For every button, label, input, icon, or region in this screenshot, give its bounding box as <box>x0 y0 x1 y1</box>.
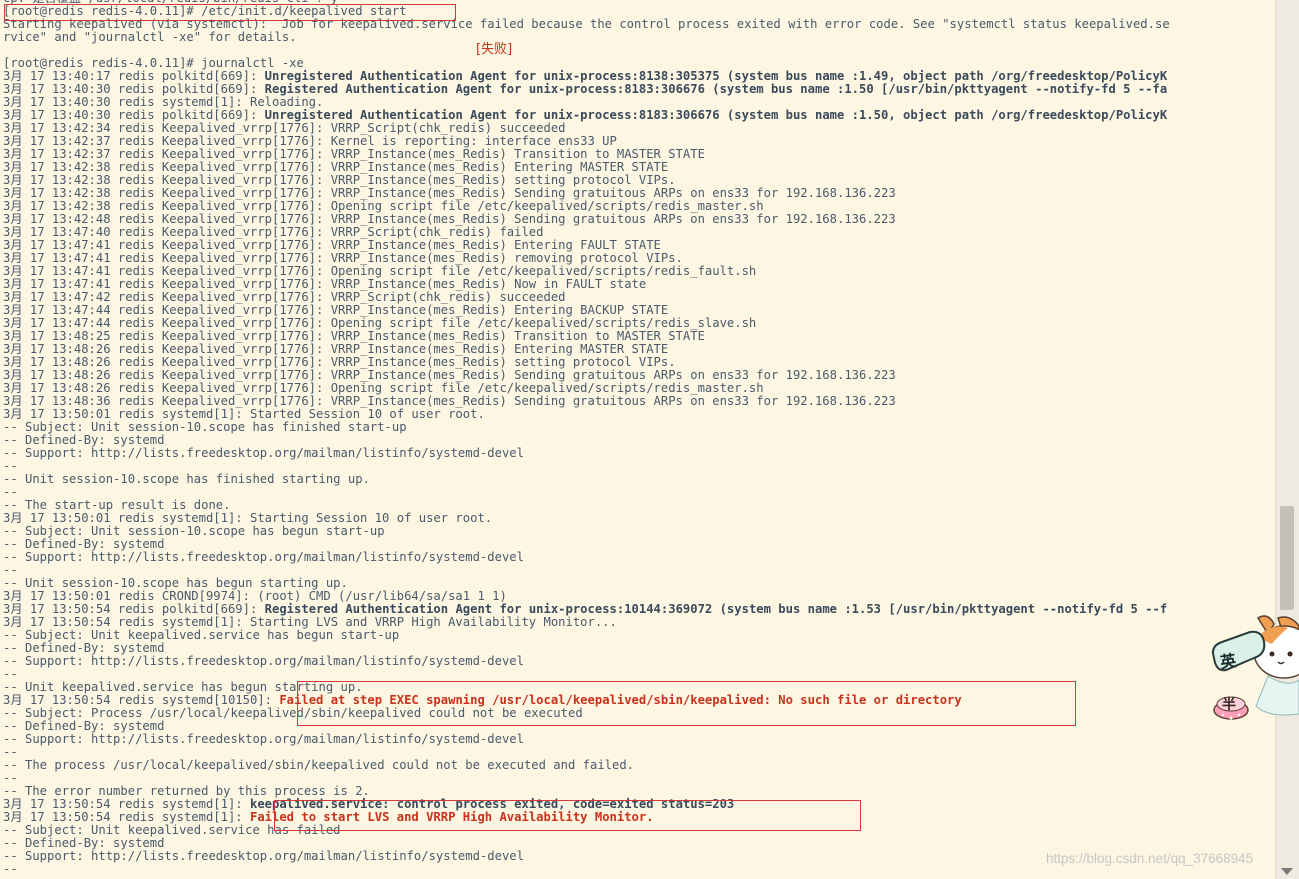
line-text: 3月 17 13:48:25 redis Keepalived_vrrp[177… <box>3 329 705 343</box>
ime-language-label[interactable]: 英 <box>1218 647 1238 673</box>
terminal-line: -- Support: http://lists.freedesktop.org… <box>3 447 524 460</box>
watermark: https://blog.csdn.net/qq_37668945 <box>1046 851 1254 866</box>
line-text: -- Unit session-10.scope has begun start… <box>3 576 348 590</box>
line-text: keepalived.service: control process exit… <box>250 797 735 811</box>
line-text: -- <box>3 563 18 577</box>
line-text: 3月 17 13:40:17 redis polkitd[669]: <box>3 69 265 83</box>
error-text: Failed to start LVS and VRRP High Availa… <box>250 810 654 824</box>
terminal-window[interactable]: cp: 是否覆盖 /usr/local/redis/bin/redis-cli … <box>0 0 1276 879</box>
line-text: -- Support: http://lists.freedesktop.org… <box>3 654 524 668</box>
line-text: -- Subject: Unit keepalived.service has … <box>3 823 341 837</box>
line-text: 3月 17 13:47:42 redis Keepalived_vrrp[177… <box>3 290 566 304</box>
line-text: [root@redis redis-4.0.11]# journalctl -x… <box>3 56 304 70</box>
terminal-line: -- <box>3 863 18 876</box>
terminal-line: rvice" and "journalctl -xe" for details. <box>3 31 297 44</box>
line-text: -- Subject: Unit keepalived.service has … <box>3 628 400 642</box>
line-text: -- Support: http://lists.freedesktop.org… <box>3 849 524 863</box>
line-text: -- Support: http://lists.freedesktop.org… <box>3 446 524 460</box>
terminal-line: -- Support: http://lists.freedesktop.org… <box>3 551 524 564</box>
line-text: -- Unit keepalived.service has begun sta… <box>3 680 363 694</box>
line-text: -- Defined-By: systemd <box>3 433 165 447</box>
line-text: -- Defined-By: systemd <box>3 537 165 551</box>
terminal-line: -- Support: http://lists.freedesktop.org… <box>3 850 524 863</box>
line-text: -- Defined-By: systemd <box>3 719 165 733</box>
line-text: 3月 17 13:50:01 redis systemd[1]: Started… <box>3 407 485 421</box>
line-text: 3月 17 13:40:30 redis polkitd[669]: <box>3 82 265 96</box>
line-text: 3月 17 13:48:26 redis Keepalived_vrrp[177… <box>3 368 896 382</box>
line-text: 3月 17 13:42:38 redis Keepalived_vrrp[177… <box>3 173 676 187</box>
line-text: -- <box>3 862 18 876</box>
line-text: 3月 17 13:50:54 redis systemd[1]: Startin… <box>3 615 617 629</box>
line-text: 3月 17 13:47:41 redis Keepalived_vrrp[177… <box>3 264 757 278</box>
line-text: 3月 17 13:50:01 redis systemd[1]: Startin… <box>3 511 493 525</box>
line-text: -- Subject: Unit session-10.scope has fi… <box>3 420 407 434</box>
line-text: -- Subject: Process /usr/local/keepalive… <box>3 706 583 720</box>
ime-mascot-widget[interactable]: 英 半 <box>1208 614 1299 726</box>
line-text: [root@redis redis-4.0.11]# /etc/init.d/k… <box>3 4 407 18</box>
line-text: 3月 17 13:50:54 redis systemd[1]: <box>3 810 250 824</box>
line-text: 3月 17 13:47:44 redis Keepalived_vrrp[177… <box>3 316 757 330</box>
terminal-line: -- The process /usr/local/keepalived/sbi… <box>3 759 634 772</box>
line-text: 3月 17 13:47:40 redis Keepalived_vrrp[177… <box>3 225 544 239</box>
line-text: 3月 17 13:42:48 redis Keepalived_vrrp[177… <box>3 212 896 226</box>
line-text: 3月 17 13:48:36 redis Keepalived_vrrp[177… <box>3 394 896 408</box>
line-text: 3月 17 13:47:44 redis Keepalived_vrrp[177… <box>3 303 669 317</box>
line-text: 3月 17 13:47:41 redis Keepalived_vrrp[177… <box>3 277 647 291</box>
failed-annotation: [失败] <box>476 42 513 57</box>
line-text: Registered Authentication Agent for unix… <box>264 602 1168 616</box>
terminal-line: -- Support: http://lists.freedesktop.org… <box>3 733 524 746</box>
line-text: 3月 17 13:48:26 redis Keepalived_vrrp[177… <box>3 381 764 395</box>
line-text: rvice" and "journalctl -xe" for details. <box>3 30 297 44</box>
line-text: -- The start-up result is done. <box>3 498 231 512</box>
line-text: 3月 17 13:48:26 redis Keepalived_vrrp[177… <box>3 342 669 356</box>
line-text: 3月 17 13:42:38 redis Keepalived_vrrp[177… <box>3 186 896 200</box>
terminal-line: -- Support: http://lists.freedesktop.org… <box>3 655 524 668</box>
line-text: -- The process /usr/local/keepalived/sbi… <box>3 758 635 772</box>
line-text: 3月 17 13:42:38 redis Keepalived_vrrp[177… <box>3 199 764 213</box>
line-text: Unregistered Authentication Agent for un… <box>264 108 1168 122</box>
line-text: -- <box>3 667 18 681</box>
line-text: 3月 17 13:42:34 redis Keepalived_vrrp[177… <box>3 121 566 135</box>
line-text: -- Defined-By: systemd <box>3 836 165 850</box>
scrollbar-thumb[interactable] <box>1280 506 1294 610</box>
line-text: -- Support: http://lists.freedesktop.org… <box>3 732 524 746</box>
line-text: -- Support: http://lists.freedesktop.org… <box>3 550 524 564</box>
scroll-down-arrow-icon[interactable] <box>1281 868 1293 875</box>
line-text: Unregistered Authentication Agent for un… <box>264 69 1168 83</box>
terminal-line: -- Unit session-10.scope has finished st… <box>3 473 370 486</box>
line-text: Starting keepalived (via systemctl): Job… <box>3 17 1170 31</box>
line-text: 3月 17 13:42:37 redis Keepalived_vrrp[177… <box>3 147 705 161</box>
line-text: 3月 17 13:40:30 redis systemd[1]: Reloadi… <box>3 95 324 109</box>
line-text: -- <box>3 771 18 785</box>
line-text: 3月 17 13:42:38 redis Keepalived_vrrp[177… <box>3 160 669 174</box>
line-text: 3月 17 13:42:37 redis Keepalived_vrrp[177… <box>3 134 617 148</box>
line-text: -- <box>3 459 18 473</box>
line-text: 3月 17 13:50:54 redis systemd[10150]: <box>3 693 280 707</box>
line-text: 3月 17 13:47:41 redis Keepalived_vrrp[177… <box>3 251 683 265</box>
error-text: Failed at step EXEC spawning /usr/local/… <box>279 693 962 707</box>
line-text: -- The error number returned by this pro… <box>3 784 370 798</box>
line-text: 3月 17 13:50:54 redis polkitd[669]: <box>3 602 265 616</box>
line-text: 3月 17 13:50:54 redis systemd[1]: <box>3 797 250 811</box>
line-text: -- <box>3 485 18 499</box>
line-text: -- Unit session-10.scope has finished st… <box>3 472 370 486</box>
line-text: -- <box>3 745 18 759</box>
line-text: Registered Authentication Agent for unix… <box>264 82 1168 96</box>
line-text: 3月 17 13:48:26 redis Keepalived_vrrp[177… <box>3 355 676 369</box>
ime-half-width-icon[interactable]: 半 <box>1222 694 1236 714</box>
line-text: 3月 17 13:40:30 redis polkitd[669]: <box>3 108 265 122</box>
line-text: -- Defined-By: systemd <box>3 641 165 655</box>
line-text: 3月 17 13:50:01 redis CROND[9974]: (root)… <box>3 589 507 603</box>
line-text: -- Subject: Unit session-10.scope has be… <box>3 524 385 538</box>
line-text: 3月 17 13:47:41 redis Keepalived_vrrp[177… <box>3 238 661 252</box>
vertical-scrollbar[interactable] <box>1275 0 1299 879</box>
